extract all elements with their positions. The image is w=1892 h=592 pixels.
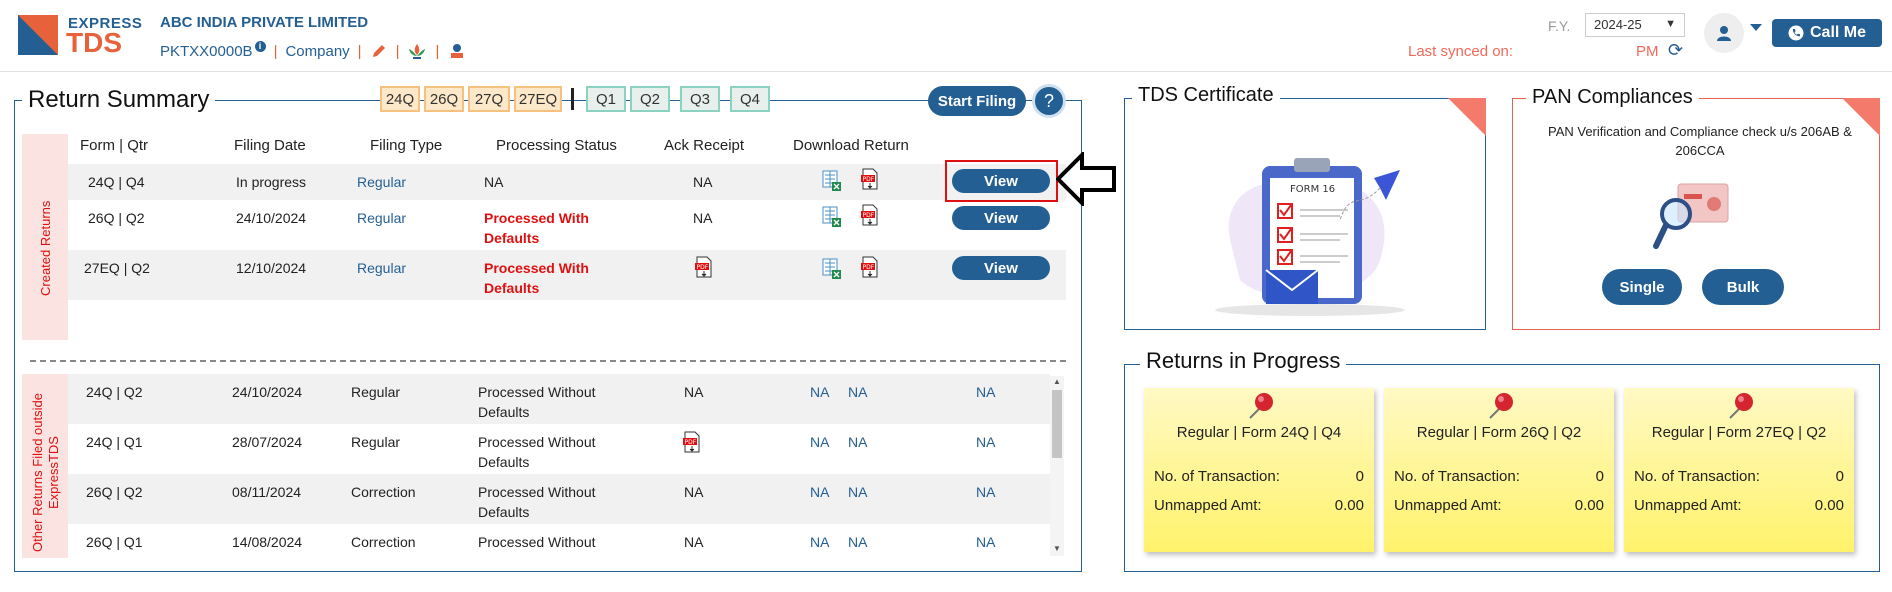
progress-card-27eq[interactable]: Regular | Form 27EQ | Q2 No. of Transact… (1624, 388, 1854, 552)
chip-27q[interactable]: 27Q (468, 86, 510, 112)
excel-download-icon[interactable] (822, 170, 842, 192)
svg-text:PDF: PDF (863, 176, 875, 183)
pushpin-icon (1249, 393, 1273, 419)
lotus-icon[interactable] (407, 42, 427, 60)
view-button-highlight (945, 160, 1058, 202)
section-divider (30, 360, 1066, 362)
col-filing-type: Filing Type (370, 137, 443, 154)
fy-label: F.Y. (1548, 18, 1571, 34)
pdf-download-icon[interactable]: PDF (860, 168, 880, 190)
start-filing-button[interactable]: Start Filing (928, 86, 1026, 116)
user-icon (1717, 26, 1731, 41)
scrollbar-thumb[interactable] (1052, 390, 1062, 458)
svg-text:PDF: PDF (863, 212, 875, 219)
table-row: 26Q | Q2 24/10/2024 Regular Processed Wi… (88, 210, 713, 246)
progress-card-26q[interactable]: Regular | Form 26Q | Q2 No. of Transacti… (1384, 388, 1614, 552)
excel-download-icon[interactable] (822, 206, 842, 228)
chevron-down-icon: ▼ (1665, 18, 1676, 30)
pan-number: PKTXX0000B (160, 42, 253, 60)
expresstds-logo[interactable]: EXPRESS TDS (18, 15, 148, 59)
pan-compliance-description: PAN Verification and Compliance check u/… (1548, 124, 1852, 158)
excel-download-icon[interactable] (822, 258, 842, 280)
company-name: ABC INDIA PRIVATE LIMITED (160, 14, 369, 31)
svg-text:PDF: PDF (685, 439, 697, 446)
user-menu-caret-icon[interactable] (1750, 24, 1762, 31)
info-icon[interactable]: i (254, 40, 266, 52)
chip-24q[interactable]: 24Q (380, 86, 420, 112)
last-synced-time: PM (1636, 43, 1659, 60)
bulk-pan-button[interactable]: Bulk (1702, 269, 1784, 305)
table-row: 26Q | Q2 08/11/2024 Correction Processed… (68, 474, 1050, 524)
svg-text:PDF: PDF (697, 264, 709, 271)
created-returns-side: Created Returns (22, 134, 68, 340)
created-returns-label: Created Returns (38, 200, 53, 296)
form16-label: FORM 16 (1290, 184, 1335, 195)
chip-27eq[interactable]: 27EQ (514, 86, 562, 112)
scroll-up-icon[interactable]: ▲ (1053, 377, 1061, 386)
other-returns-label-2: ExpressTDS (46, 436, 61, 509)
tds-certificate-title: TDS Certificate (1132, 84, 1280, 107)
other-returns-side: Other Returns Filed outside ExpressTDS (22, 374, 68, 558)
other-returns-label: Other Returns Filed outside (30, 393, 45, 552)
progress-card-24q[interactable]: Regular | Form 24Q | Q4 No. of Transacti… (1144, 388, 1374, 552)
edit-pencil-icon[interactable] (370, 42, 388, 60)
pdf-download-icon[interactable]: PDF (860, 256, 880, 278)
pushpin-icon (1489, 393, 1513, 419)
pushpin-icon (1729, 393, 1753, 419)
call-me-button[interactable]: Call Me (1772, 19, 1882, 47)
emblem-icon[interactable] (447, 42, 467, 60)
entity-type: Company (285, 42, 350, 60)
view-button[interactable]: View (952, 256, 1050, 280)
form16-illustration: FORM 16 (1215, 158, 1405, 316)
table-row: 27EQ | Q2 12/10/2024 Regular Processed W… (68, 250, 1066, 300)
pan-compliances-title: PAN Compliances (1526, 86, 1699, 109)
phone-icon (1788, 25, 1804, 41)
chip-q4[interactable]: Q4 (730, 86, 770, 112)
corner-ribbon (1448, 98, 1486, 136)
top-header: EXPRESS TDS ABC INDIA PRIVATE LIMITED PK… (0, 0, 1892, 72)
refresh-icon[interactable]: ⟳ (1668, 40, 1683, 61)
table-row: 24Q | Q1 28/07/2024 Regular Processed Wi… (86, 434, 996, 470)
pdf-ack-receipt-icon[interactable]: PDF (682, 431, 702, 453)
chip-q1[interactable]: Q1 (586, 86, 626, 112)
view-button[interactable]: View (952, 206, 1050, 230)
col-processing-status: Processing Status (496, 137, 617, 154)
col-ack-receipt: Ack Receipt (664, 137, 745, 154)
table-row: 24Q | Q2 24/10/2024 Regular Processed Wi… (68, 374, 1050, 424)
chip-q2[interactable]: Q2 (630, 86, 670, 112)
last-synced-label: Last synced on: (1408, 43, 1514, 60)
return-summary-title: Return Summary (22, 86, 216, 114)
company-info-row: PKTXX0000B i | Company | | | (160, 40, 467, 60)
col-form-qtr: Form | Qtr (80, 137, 149, 154)
returns-in-progress-title: Returns in Progress (1140, 348, 1347, 374)
fy-select[interactable]: 2024-25 ▼ (1585, 13, 1685, 37)
table-row: 24Q | Q4 In progress Regular NA NA (68, 164, 1066, 200)
pan-card-search-icon (1653, 183, 1729, 249)
user-avatar[interactable] (1704, 13, 1744, 53)
scroll-down-icon[interactable]: ▼ (1053, 544, 1061, 553)
chip-26q[interactable]: 26Q (424, 86, 464, 112)
table-row: 26Q | Q1 14/08/2024 Correction Processed… (86, 534, 996, 550)
help-icon[interactable]: ? (1032, 84, 1066, 118)
col-filing-date: Filing Date (234, 137, 306, 154)
single-pan-button[interactable]: Single (1602, 269, 1682, 305)
pdf-ack-receipt-icon[interactable]: PDF (694, 256, 714, 278)
pointer-arrow-icon (1056, 152, 1116, 206)
svg-text:PDF: PDF (863, 264, 875, 271)
col-download-return: Download Return (793, 137, 909, 154)
table-scrollbar[interactable]: ▲ ▼ (1050, 376, 1064, 556)
pdf-download-icon[interactable]: PDF (860, 204, 880, 226)
chip-q3[interactable]: Q3 (680, 86, 720, 112)
chip-separator (571, 88, 574, 110)
